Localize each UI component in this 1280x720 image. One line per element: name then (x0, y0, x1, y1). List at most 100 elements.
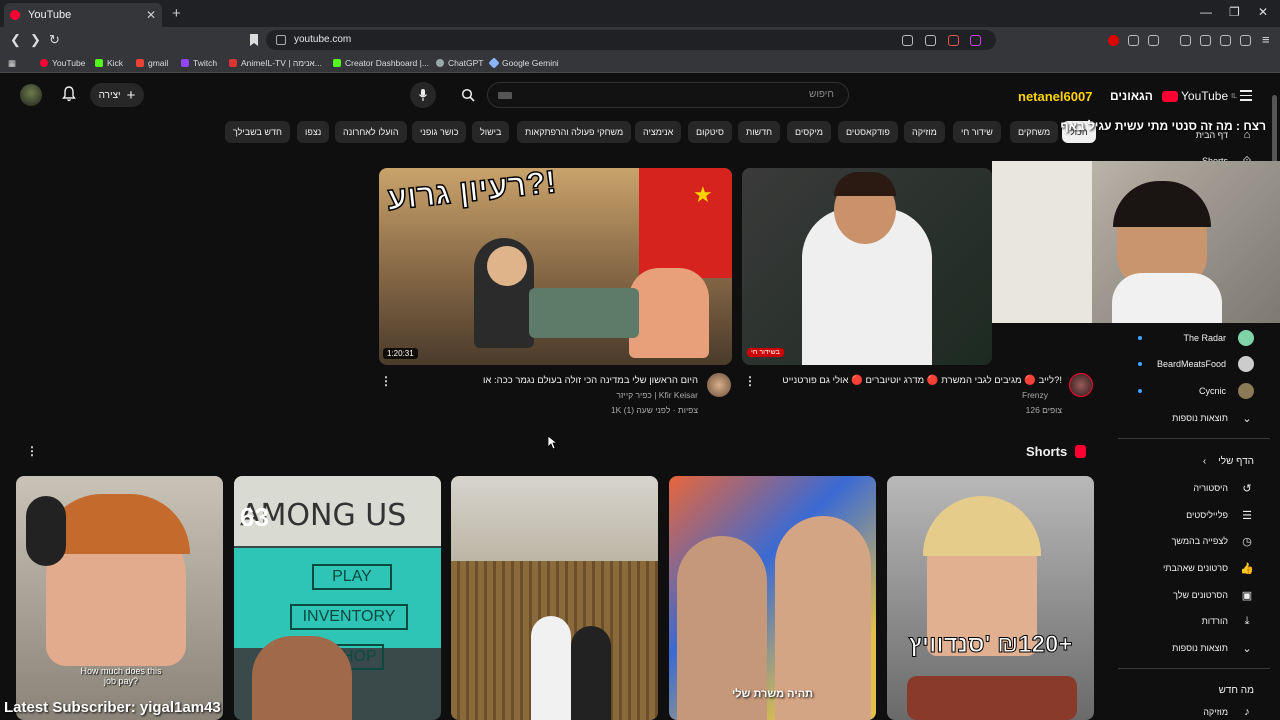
chip-cooking[interactable]: בישול (472, 121, 510, 143)
reload-icon[interactable]: ↻ (49, 32, 60, 48)
sidebar-sub-cycnic[interactable]: Cycnic (1118, 379, 1258, 403)
close-tab-icon[interactable]: ✕ (146, 8, 156, 22)
youtube-logo[interactable]: YouTube IL (1162, 89, 1237, 103)
person-shape (629, 268, 709, 358)
chip-live[interactable]: שידור חי (953, 121, 1001, 143)
maximize-icon[interactable]: ❐ (1229, 5, 1240, 19)
sidebar-sub-the-radar[interactable]: The Radar (1118, 326, 1258, 350)
brave-shield-icon[interactable] (948, 35, 959, 46)
sidebar-item-your-videos[interactable]: הסרטונים שלך ▣ (1118, 583, 1258, 607)
vpn-icon[interactable] (1240, 35, 1251, 46)
browser-tab[interactable]: YouTube ✕ (4, 3, 162, 27)
bookmark-chatgpt[interactable]: ChatGPT (436, 58, 483, 68)
overlay-top-text: הגאונים (1110, 89, 1153, 103)
shorts-more-icon[interactable]: ⋮ (26, 444, 38, 458)
chip-podcasts[interactable]: פודקאסטים (838, 121, 898, 143)
chip-mixes[interactable]: מיקסים (787, 121, 831, 143)
video-thumbnail[interactable]: בשידור חי (742, 168, 992, 365)
sidebar-item-downloads[interactable]: הורדות ⤓ (1118, 609, 1258, 633)
short-card[interactable]: AMONG US 63 PLAY INVENTORY SHOP (234, 476, 441, 720)
channel-name[interactable]: כפיר קייזר | Kfir Keisar (616, 390, 698, 400)
sidebar-you-header[interactable]: ‹ הדף שלי (1118, 449, 1258, 473)
video-title[interactable]: היום הראשון שלי במדינה הכי זולה בעולם נג… (483, 375, 698, 386)
flag-graphic (639, 168, 732, 278)
bookmark-youtube[interactable]: YouTube (40, 58, 85, 68)
sidebar-sub-beardmeatsfood[interactable]: BeardMeatsFood (1118, 352, 1258, 376)
video-thumbnail[interactable]: ★ רעיון גרוע?! 1:20:31 (379, 168, 732, 365)
share-icon[interactable] (925, 35, 936, 46)
chip-watched[interactable]: נצפו (297, 121, 330, 143)
url-text: youtube.com (294, 34, 352, 45)
bookmark-kick[interactable]: Kick (95, 58, 123, 68)
short-card[interactable]: תהיה משרת שלי (669, 476, 876, 720)
more-actions-icon[interactable]: ⋮ (744, 374, 756, 388)
chip-new-to-you[interactable]: חדש בשבילך (225, 121, 290, 143)
new-tab-icon[interactable]: + (172, 5, 181, 22)
account-avatar[interactable] (20, 84, 42, 106)
chip-action-adventure[interactable]: משחקי פעולה והרפתקאות (517, 121, 632, 143)
live-indicator (1138, 362, 1142, 366)
youtube-logo-icon (1162, 90, 1178, 102)
apps-icon[interactable]: ▦ (8, 58, 16, 69)
sidebar-divider (1118, 438, 1270, 439)
history-icon: ↺ (1242, 482, 1252, 495)
chip-sitcom[interactable]: סיטקום (688, 121, 732, 143)
chip-news[interactable]: חדשות (738, 121, 781, 143)
sidebar-item-playlists[interactable]: פלייליסטים ☰ (1118, 503, 1258, 527)
forward-icon[interactable]: ❯ (30, 32, 41, 48)
sidebar-icon[interactable] (1180, 35, 1191, 46)
minimize-icon[interactable]: — (1200, 5, 1212, 19)
sidebar-item-history[interactable]: היסטוריה ↺ (1118, 476, 1258, 500)
search-placeholder: חיפוש (809, 89, 834, 100)
notifications-bell-icon[interactable] (62, 86, 76, 102)
short-card[interactable] (451, 476, 658, 720)
short-card[interactable]: How much does this job pay? (16, 476, 223, 720)
chevron-down-icon: ⌄ (1242, 642, 1252, 655)
sidebar-item-liked-videos[interactable]: סרטונים שאהבתי 👍 (1118, 556, 1258, 580)
person-shape (531, 616, 571, 720)
bookmark-twitch[interactable]: Twitch (181, 58, 217, 68)
sidebar-show-more-subs[interactable]: תוצאות נוספות ⌄ (1118, 406, 1258, 430)
chip-recently-uploaded[interactable]: הועלו לאחרונה (335, 121, 407, 143)
bookmark-gmail[interactable]: gmail (136, 58, 168, 68)
guide-menu-icon[interactable] (1240, 90, 1252, 104)
leo-icon[interactable] (1220, 35, 1231, 46)
bookmark-animeil[interactable]: AnimeIL-TV | אנימה... (229, 58, 322, 68)
back-icon[interactable]: ❮ (10, 32, 21, 48)
live-badge: בשידור חי (747, 348, 784, 357)
search-button[interactable] (451, 82, 485, 108)
create-button[interactable]: יצירה + (90, 83, 144, 107)
sidebar-show-more-you[interactable]: תוצאות נוספות ⌄ (1118, 636, 1258, 660)
brave-rewards-icon[interactable] (970, 35, 981, 46)
channel-avatar[interactable] (1069, 373, 1093, 397)
chip-animation[interactable]: אנימציה (635, 121, 682, 143)
window-close-icon[interactable]: ✕ (1258, 5, 1268, 19)
video-title[interactable]: לייב 🔴 מגיבים לגבי המשרת 🔴 מדרג יוטיוברי… (782, 375, 1062, 386)
chip-fitness[interactable]: כושר גופני (412, 121, 467, 143)
short-card[interactable]: סנדוויץ' ‎₪120+ (887, 476, 1094, 720)
channel-avatar[interactable] (707, 373, 731, 397)
bookmark-creator-dashboard[interactable]: Creator Dashboard |... (333, 58, 429, 68)
wallet-icon[interactable] (1200, 35, 1211, 46)
media-icon[interactable] (1148, 35, 1159, 46)
menu-icon[interactable]: ≡ (1262, 32, 1270, 47)
bookmark-gemini[interactable]: Google Gemini (488, 57, 559, 69)
live-indicator (1138, 389, 1142, 393)
sidebar-item-music[interactable]: מוזיקה ♪ (1118, 700, 1258, 720)
person-face (487, 246, 527, 286)
extensions-icon[interactable] (1128, 35, 1139, 46)
bookmark-icon[interactable] (250, 34, 258, 46)
sidebar-item-watch-later[interactable]: לצפייה בהמשך ◷ (1118, 529, 1258, 553)
url-field[interactable]: youtube.com (266, 30, 996, 50)
site-info-icon[interactable] (276, 35, 286, 45)
voice-search-button[interactable] (410, 82, 436, 108)
search-input[interactable]: חיפוש (487, 82, 849, 108)
channel-avatar (1238, 356, 1254, 372)
extension-icon[interactable] (1108, 35, 1119, 46)
channel-name[interactable]: Frenzy (1022, 390, 1048, 400)
chip-music[interactable]: מוזיקה (904, 121, 945, 143)
more-actions-icon[interactable]: ⋮ (380, 374, 392, 388)
cast-icon[interactable] (902, 35, 913, 46)
keyboard-icon[interactable] (498, 92, 512, 99)
star-icon: ★ (693, 182, 713, 207)
